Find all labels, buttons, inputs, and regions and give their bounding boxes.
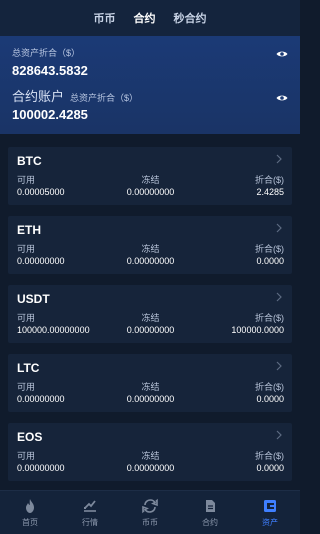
available-value: 0.00000000: [17, 394, 65, 404]
coin-card-btc[interactable]: BTC 可用 0.00005000 冻结 0.00000000 折合($) 2.428…: [8, 147, 292, 205]
equiv-label: 折合($): [254, 175, 284, 185]
coin-name: EOS: [17, 430, 43, 444]
frozen-value: 0.00000000: [126, 463, 175, 473]
chevron-right-icon: [276, 223, 282, 233]
coin-name: LTC: [17, 361, 40, 375]
equiv-value: 2.4285: [256, 187, 284, 197]
coin-name: ETH: [17, 223, 41, 237]
chevron-right-icon: [276, 292, 282, 302]
nav-spot[interactable]: 币币: [120, 498, 180, 528]
frozen-value: 0.00000000: [126, 256, 175, 266]
coin-name: USDT: [17, 292, 50, 306]
equiv-value: 0.0000: [256, 394, 284, 404]
bottom-nav-bar: 首页 行情 币币 合约 资产: [0, 490, 300, 534]
exchange-icon: [142, 498, 158, 513]
contract-account-row: 合约账户 总资产折合（$） 100002.4285: [12, 90, 288, 134]
available-value: 0.00000000: [17, 463, 65, 473]
coin-card-eth[interactable]: ETH 可用 0.00000000 冻结 0.00000000 折合($) 0.000…: [8, 216, 292, 274]
contract-assets-value: 100002.4285: [12, 107, 88, 122]
available-label: 可用: [17, 313, 36, 323]
chart-icon: [84, 499, 96, 512]
coin-card-ltc[interactable]: LTC 可用 0.00000000 冻结 0.00000000 折合($) 0.000…: [8, 354, 292, 412]
available-value: 100000.00000000: [17, 325, 90, 335]
chevron-right-icon: [276, 361, 282, 371]
coin-card-usdt[interactable]: USDT 可用 100000.00000000 冻结 0.00000000 折合($…: [8, 285, 292, 343]
total-assets-value: 828643.5832: [12, 63, 88, 78]
coin-card-eos[interactable]: EOS 可用 0.00000000 冻结 0.00000000 折合($) 0.000…: [8, 423, 292, 481]
contract-assets-label: 总资产折合（$）: [70, 93, 139, 103]
available-label: 可用: [17, 244, 36, 254]
coin-name: BTC: [17, 154, 42, 168]
tab-contract[interactable]: 合约: [134, 8, 156, 28]
nav-home-label: 首页: [22, 517, 38, 527]
frozen-label: 冻结: [141, 175, 160, 185]
top-tab-bar: 币币 合约 秒合约: [0, 0, 300, 36]
available-value: 0.00005000: [17, 187, 65, 197]
equiv-label: 折合($): [254, 313, 284, 323]
flame-icon: [26, 498, 34, 513]
tab-spot[interactable]: 币币: [94, 8, 116, 28]
equiv-value: 100000.0000: [231, 325, 284, 335]
document-icon: [206, 499, 215, 512]
tab-second-contract[interactable]: 秒合约: [174, 8, 207, 28]
contract-account-label: 合约账户: [12, 89, 65, 104]
nav-contract[interactable]: 合约: [180, 498, 240, 528]
frozen-label: 冻结: [141, 313, 160, 323]
nav-assets-label: 资产: [262, 517, 278, 527]
eye-icon[interactable]: [276, 94, 288, 102]
equiv-label: 折合($): [254, 244, 284, 254]
available-label: 可用: [17, 382, 36, 392]
equiv-label: 折合($): [254, 451, 284, 461]
eye-icon[interactable]: [276, 50, 288, 58]
frozen-value: 0.00000000: [126, 394, 175, 404]
wallet-icon: [264, 499, 276, 512]
equiv-label: 折合($): [254, 382, 284, 392]
coin-list: BTC 可用 0.00005000 冻结 0.00000000 折合($) 2.428…: [0, 134, 300, 490]
chevron-right-icon: [276, 430, 282, 440]
frozen-value: 0.00000000: [126, 187, 175, 197]
equiv-value: 0.0000: [256, 256, 284, 266]
available-label: 可用: [17, 451, 36, 461]
frozen-label: 冻结: [141, 382, 160, 392]
available-label: 可用: [17, 175, 36, 185]
nav-home[interactable]: 首页: [0, 498, 60, 528]
asset-summary-panel: 总资产折合（$） 828643.5832 合约账户 总资产折合（$） 100002…: [0, 36, 300, 134]
available-value: 0.00000000: [17, 256, 65, 266]
frozen-label: 冻结: [141, 451, 160, 461]
frozen-value: 0.00000000: [126, 325, 175, 335]
nav-market[interactable]: 行情: [60, 498, 120, 528]
nav-assets[interactable]: 资产: [240, 498, 300, 528]
nav-contract-label: 合约: [202, 517, 218, 527]
total-assets-label: 总资产折合（$）: [12, 48, 81, 58]
total-assets-row: 总资产折合（$） 828643.5832: [12, 46, 288, 90]
frozen-label: 冻结: [141, 244, 160, 254]
nav-market-label: 行情: [82, 517, 98, 527]
chevron-right-icon: [276, 154, 282, 164]
nav-spot-label: 币币: [142, 517, 158, 527]
equiv-value: 0.0000: [256, 463, 284, 473]
